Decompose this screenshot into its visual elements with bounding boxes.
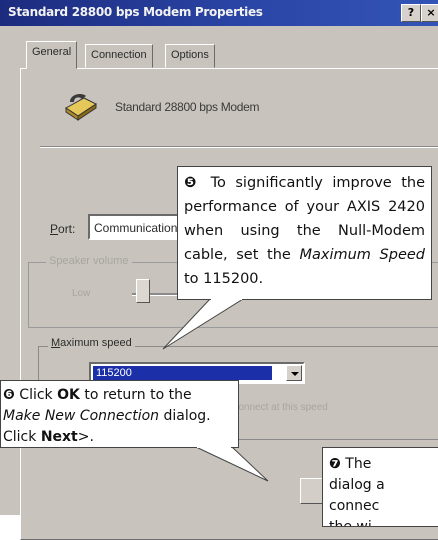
modem-properties-dialog: Standard 28800 bps Modem Properties ? × …: [0, 0, 438, 540]
step-7-line-3: connec: [329, 498, 380, 514]
step-7-line-1: The: [340, 456, 372, 472]
callout-6-tail-cover: [197, 446, 231, 448]
step-7-line-2: dialog a: [329, 477, 385, 493]
callout-step-7: ❼ The dialog a connec the wi: [322, 447, 438, 527]
tab-general[interactable]: General: [26, 41, 78, 69]
step-7-line-4: the wi: [329, 519, 372, 527]
step-7-number: ❼: [329, 456, 341, 472]
